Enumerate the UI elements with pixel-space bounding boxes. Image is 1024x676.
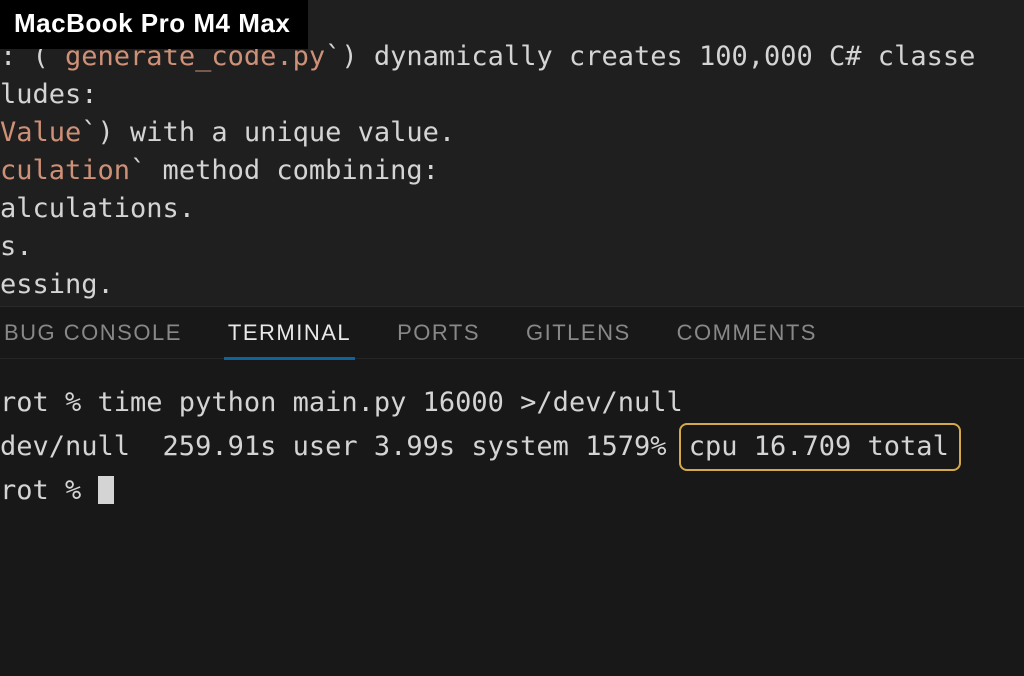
terminal-cursor — [98, 476, 114, 504]
text-fragment: ` method combining: — [130, 155, 439, 186]
text-fragment: `) dynamically creates 100,000 C# classe — [325, 41, 975, 72]
editor-line: s. — [0, 228, 1024, 266]
text-fragment: `) with a unique value. — [81, 117, 455, 148]
terminal-output[interactable]: rot % time python main.py 16000 >/dev/nu… — [0, 359, 1024, 511]
overlay-badge: MacBook Pro M4 Max — [0, 0, 308, 49]
tab-ports[interactable]: PORTS — [393, 308, 484, 358]
terminal-line: dev/null 259.91s user 3.99s system 1579%… — [0, 423, 1024, 471]
tab-comments[interactable]: COMMENTS — [673, 308, 821, 358]
editor-line: essing. — [0, 266, 1024, 304]
highlight-annotation: cpu 16.709 total — [679, 423, 961, 471]
text-fragment: ludes: — [0, 79, 98, 110]
terminal-prompt-line: rot % — [0, 471, 1024, 511]
tab-terminal[interactable]: TERMINAL — [224, 308, 355, 358]
terminal-prompt: rot % — [0, 475, 98, 506]
editor-line: alculations. — [0, 190, 1024, 228]
text-fragment: alculations. — [0, 193, 195, 224]
terminal-text: dev/null 259.91s user 3.99s system 1579% — [0, 431, 683, 462]
editor-line: culation` method combining: — [0, 152, 1024, 190]
editor-line: Value`) with a unique value. — [0, 114, 1024, 152]
terminal-line: rot % time python main.py 16000 >/dev/nu… — [0, 383, 1024, 423]
tab-debug-console[interactable]: BUG CONSOLE — [0, 308, 186, 358]
bottom-panel: BUG CONSOLE TERMINAL PORTS GITLENS COMME… — [0, 306, 1024, 676]
text-fragment: s. — [0, 231, 33, 262]
tab-gitlens[interactable]: GITLENS — [522, 308, 635, 358]
terminal-text: rot % time python main.py 16000 >/dev/nu… — [0, 387, 683, 418]
panel-tab-bar: BUG CONSOLE TERMINAL PORTS GITLENS COMME… — [0, 307, 1024, 359]
text-fragment: essing. — [0, 269, 114, 300]
code-token: culation — [0, 155, 130, 186]
code-token: Value — [0, 117, 81, 148]
editor-line: ludes: — [0, 76, 1024, 114]
